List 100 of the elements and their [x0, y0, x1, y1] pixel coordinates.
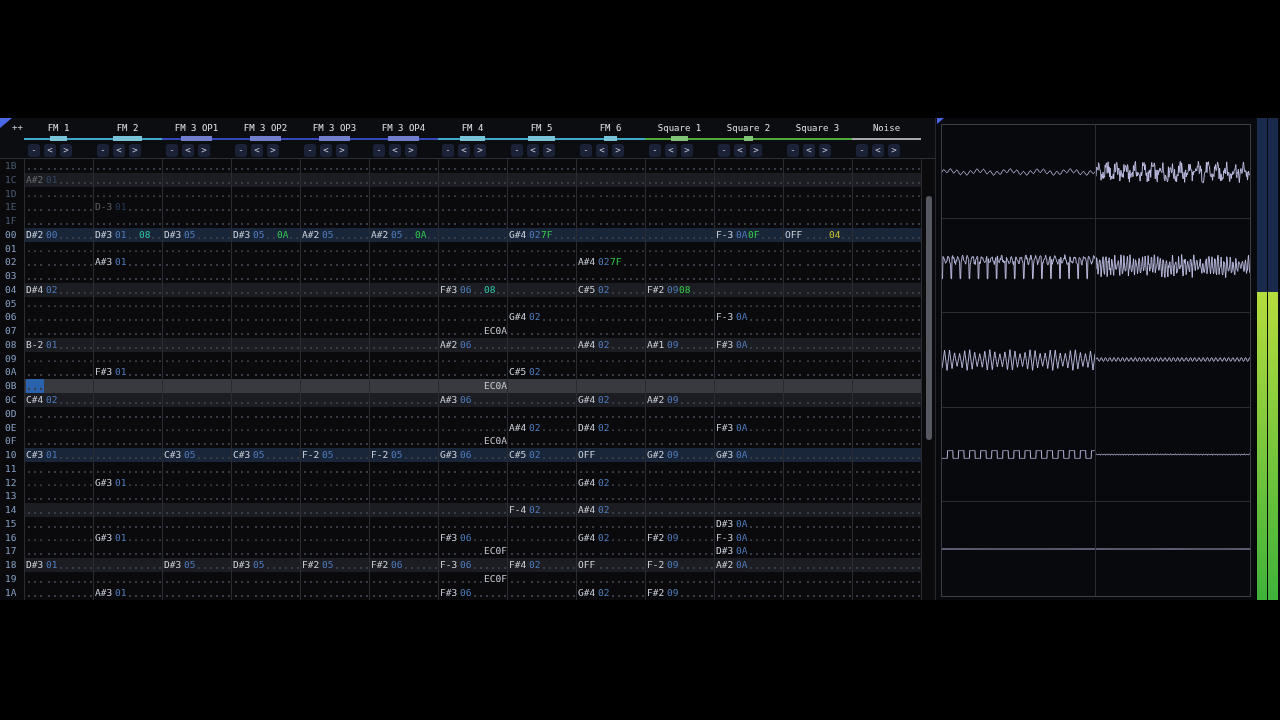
collapse-button[interactable]: -: [580, 144, 592, 157]
row-number: 01: [4, 241, 18, 256]
note: A#2: [26, 172, 44, 187]
row-number: 12: [4, 475, 18, 490]
previous-button[interactable]: <: [665, 144, 677, 157]
channel-name[interactable]: Square 1: [657, 122, 702, 136]
row-number: 0E: [4, 420, 18, 435]
next-button[interactable]: >: [267, 144, 279, 157]
next-button[interactable]: >: [405, 144, 417, 157]
instrument-number: 0A: [736, 420, 748, 435]
previous-button[interactable]: <: [596, 144, 608, 157]
row-number: 18: [4, 558, 18, 572]
next-button[interactable]: >: [750, 144, 762, 157]
collapse-button[interactable]: -: [166, 144, 178, 157]
collapse-button[interactable]: -: [718, 144, 730, 157]
next-button[interactable]: >: [336, 144, 348, 157]
scrollbar-thumb[interactable]: [925, 196, 932, 440]
channel-name[interactable]: Square 2: [726, 122, 771, 136]
note: F#2: [647, 530, 665, 545]
row-number: 19: [4, 571, 18, 586]
note: A#3: [95, 585, 113, 600]
next-button[interactable]: >: [681, 144, 693, 157]
instrument-number: 0A: [736, 558, 748, 572]
previous-button[interactable]: <: [182, 144, 194, 157]
collapse-button[interactable]: -: [235, 144, 247, 157]
previous-button[interactable]: <: [389, 144, 401, 157]
note: F#3: [440, 282, 458, 297]
volume-value: 0F: [748, 227, 760, 242]
effect-command: EC0A: [484, 324, 507, 338]
instrument-number: 0A: [736, 337, 748, 352]
instrument-number: 06: [460, 558, 472, 572]
note: D-3: [95, 200, 113, 215]
previous-button[interactable]: <: [872, 144, 884, 157]
collapse-button[interactable]: -: [649, 144, 661, 157]
note: F-3: [440, 558, 458, 572]
channel-name[interactable]: FM 4: [461, 122, 484, 136]
row-number: 0B: [4, 379, 18, 394]
previous-button[interactable]: <: [803, 144, 815, 157]
instrument-number: 05: [322, 558, 334, 572]
channel-name[interactable]: FM 1: [47, 122, 70, 136]
previous-button[interactable]: <: [251, 144, 263, 157]
note: G#4: [578, 475, 596, 490]
channel-name[interactable]: Square 3: [795, 122, 840, 136]
note: C#3: [233, 448, 251, 462]
channel-name[interactable]: FM 3 OP1: [174, 122, 219, 136]
collapse-button[interactable]: -: [787, 144, 799, 157]
previous-button[interactable]: <: [458, 144, 470, 157]
instrument-number: 05: [322, 227, 334, 242]
collapse-button[interactable]: -: [28, 144, 40, 157]
next-button[interactable]: >: [198, 144, 210, 157]
note: D#3: [95, 227, 113, 242]
next-button[interactable]: >: [543, 144, 555, 157]
previous-button[interactable]: <: [527, 144, 539, 157]
channel-name[interactable]: FM 3 OP2: [243, 122, 288, 136]
instrument-number: 06: [460, 530, 472, 545]
row-number: 08: [4, 337, 18, 352]
note: F#2: [371, 558, 389, 572]
previous-button[interactable]: <: [113, 144, 125, 157]
next-button[interactable]: >: [129, 144, 141, 157]
volume-value: 7F: [541, 227, 553, 242]
channel-name[interactable]: FM 3 OP4: [381, 122, 426, 136]
instrument-number: 01: [46, 448, 58, 462]
note: G#4: [578, 530, 596, 545]
channel-name[interactable]: Noise: [872, 122, 901, 136]
instrument-number: 0A: [736, 227, 748, 242]
expand-button[interactable]: ++: [12, 123, 23, 132]
next-button[interactable]: >: [888, 144, 900, 157]
collapse-button[interactable]: -: [856, 144, 868, 157]
next-button[interactable]: >: [60, 144, 72, 157]
row-number: 17: [4, 544, 18, 559]
next-button[interactable]: >: [474, 144, 486, 157]
instrument-number: 02: [529, 365, 541, 380]
channel-name[interactable]: FM 2: [116, 122, 139, 136]
collapse-button[interactable]: -: [373, 144, 385, 157]
note: F#2: [647, 282, 665, 297]
note: F#2: [647, 585, 665, 600]
collapse-button[interactable]: -: [304, 144, 316, 157]
channel-name[interactable]: FM 3 OP3: [312, 122, 357, 136]
next-button[interactable]: >: [819, 144, 831, 157]
channel-name[interactable]: FM 5: [530, 122, 553, 136]
instrument-number: 01: [115, 530, 127, 545]
instrument-number: 05: [184, 448, 196, 462]
note: F#4: [509, 558, 527, 572]
row-number: 1B: [4, 159, 18, 173]
previous-button[interactable]: <: [734, 144, 746, 157]
note: G#3: [716, 448, 734, 462]
note: A#4: [578, 255, 596, 270]
note: C#5: [509, 448, 527, 462]
instrument-number: 01: [115, 255, 127, 270]
row-number: 0F: [4, 434, 18, 449]
note: G#3: [95, 530, 113, 545]
collapse-button[interactable]: -: [442, 144, 454, 157]
collapse-button[interactable]: -: [511, 144, 523, 157]
previous-button[interactable]: <: [320, 144, 332, 157]
channel-name[interactable]: FM 6: [599, 122, 622, 136]
collapse-button[interactable]: -: [97, 144, 109, 157]
next-button[interactable]: >: [612, 144, 624, 157]
previous-button[interactable]: <: [44, 144, 56, 157]
triangle-icon: [0, 118, 12, 128]
note: G#4: [509, 227, 527, 242]
